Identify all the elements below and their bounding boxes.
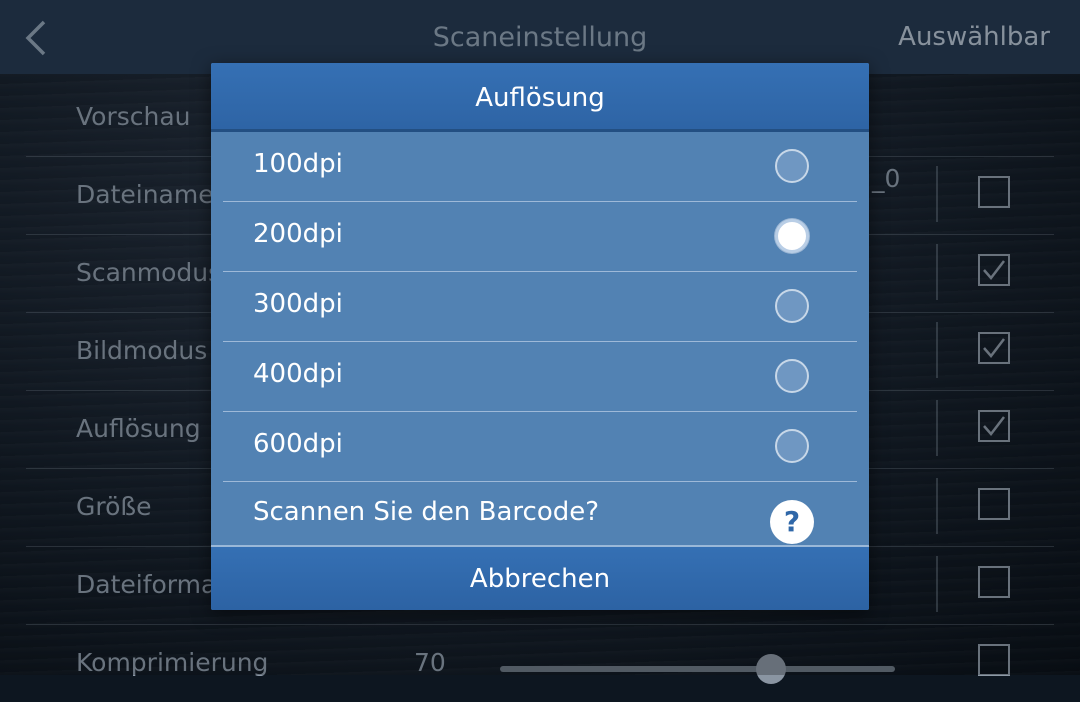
help-icon[interactable]: ? xyxy=(770,500,814,544)
option-100dpi[interactable]: 100dpi xyxy=(223,131,857,202)
radio-button[interactable] xyxy=(775,149,809,183)
option-label: 200dpi xyxy=(253,219,343,249)
radio-button[interactable] xyxy=(775,429,809,463)
option-600dpi[interactable]: 600dpi xyxy=(223,411,857,482)
dialog-title: Auflösung xyxy=(211,63,869,132)
barcode-row[interactable]: Scannen Sie den Barcode? ? xyxy=(223,481,857,544)
option-label: 100dpi xyxy=(253,149,343,179)
option-label: 300dpi xyxy=(253,289,343,319)
radio-button[interactable] xyxy=(775,289,809,323)
option-label: 400dpi xyxy=(253,359,343,389)
cancel-button[interactable]: Abbrechen xyxy=(211,545,869,610)
option-label: 600dpi xyxy=(253,429,343,459)
resolution-dialog: Auflösung 100dpi 200dpi 300dpi 400dpi 60… xyxy=(211,63,869,610)
option-400dpi[interactable]: 400dpi xyxy=(223,341,857,412)
radio-button-selected[interactable] xyxy=(775,219,809,253)
barcode-label: Scannen Sie den Barcode? xyxy=(253,497,600,527)
option-300dpi[interactable]: 300dpi xyxy=(223,271,857,342)
option-200dpi[interactable]: 200dpi xyxy=(223,201,857,272)
radio-button[interactable] xyxy=(775,359,809,393)
